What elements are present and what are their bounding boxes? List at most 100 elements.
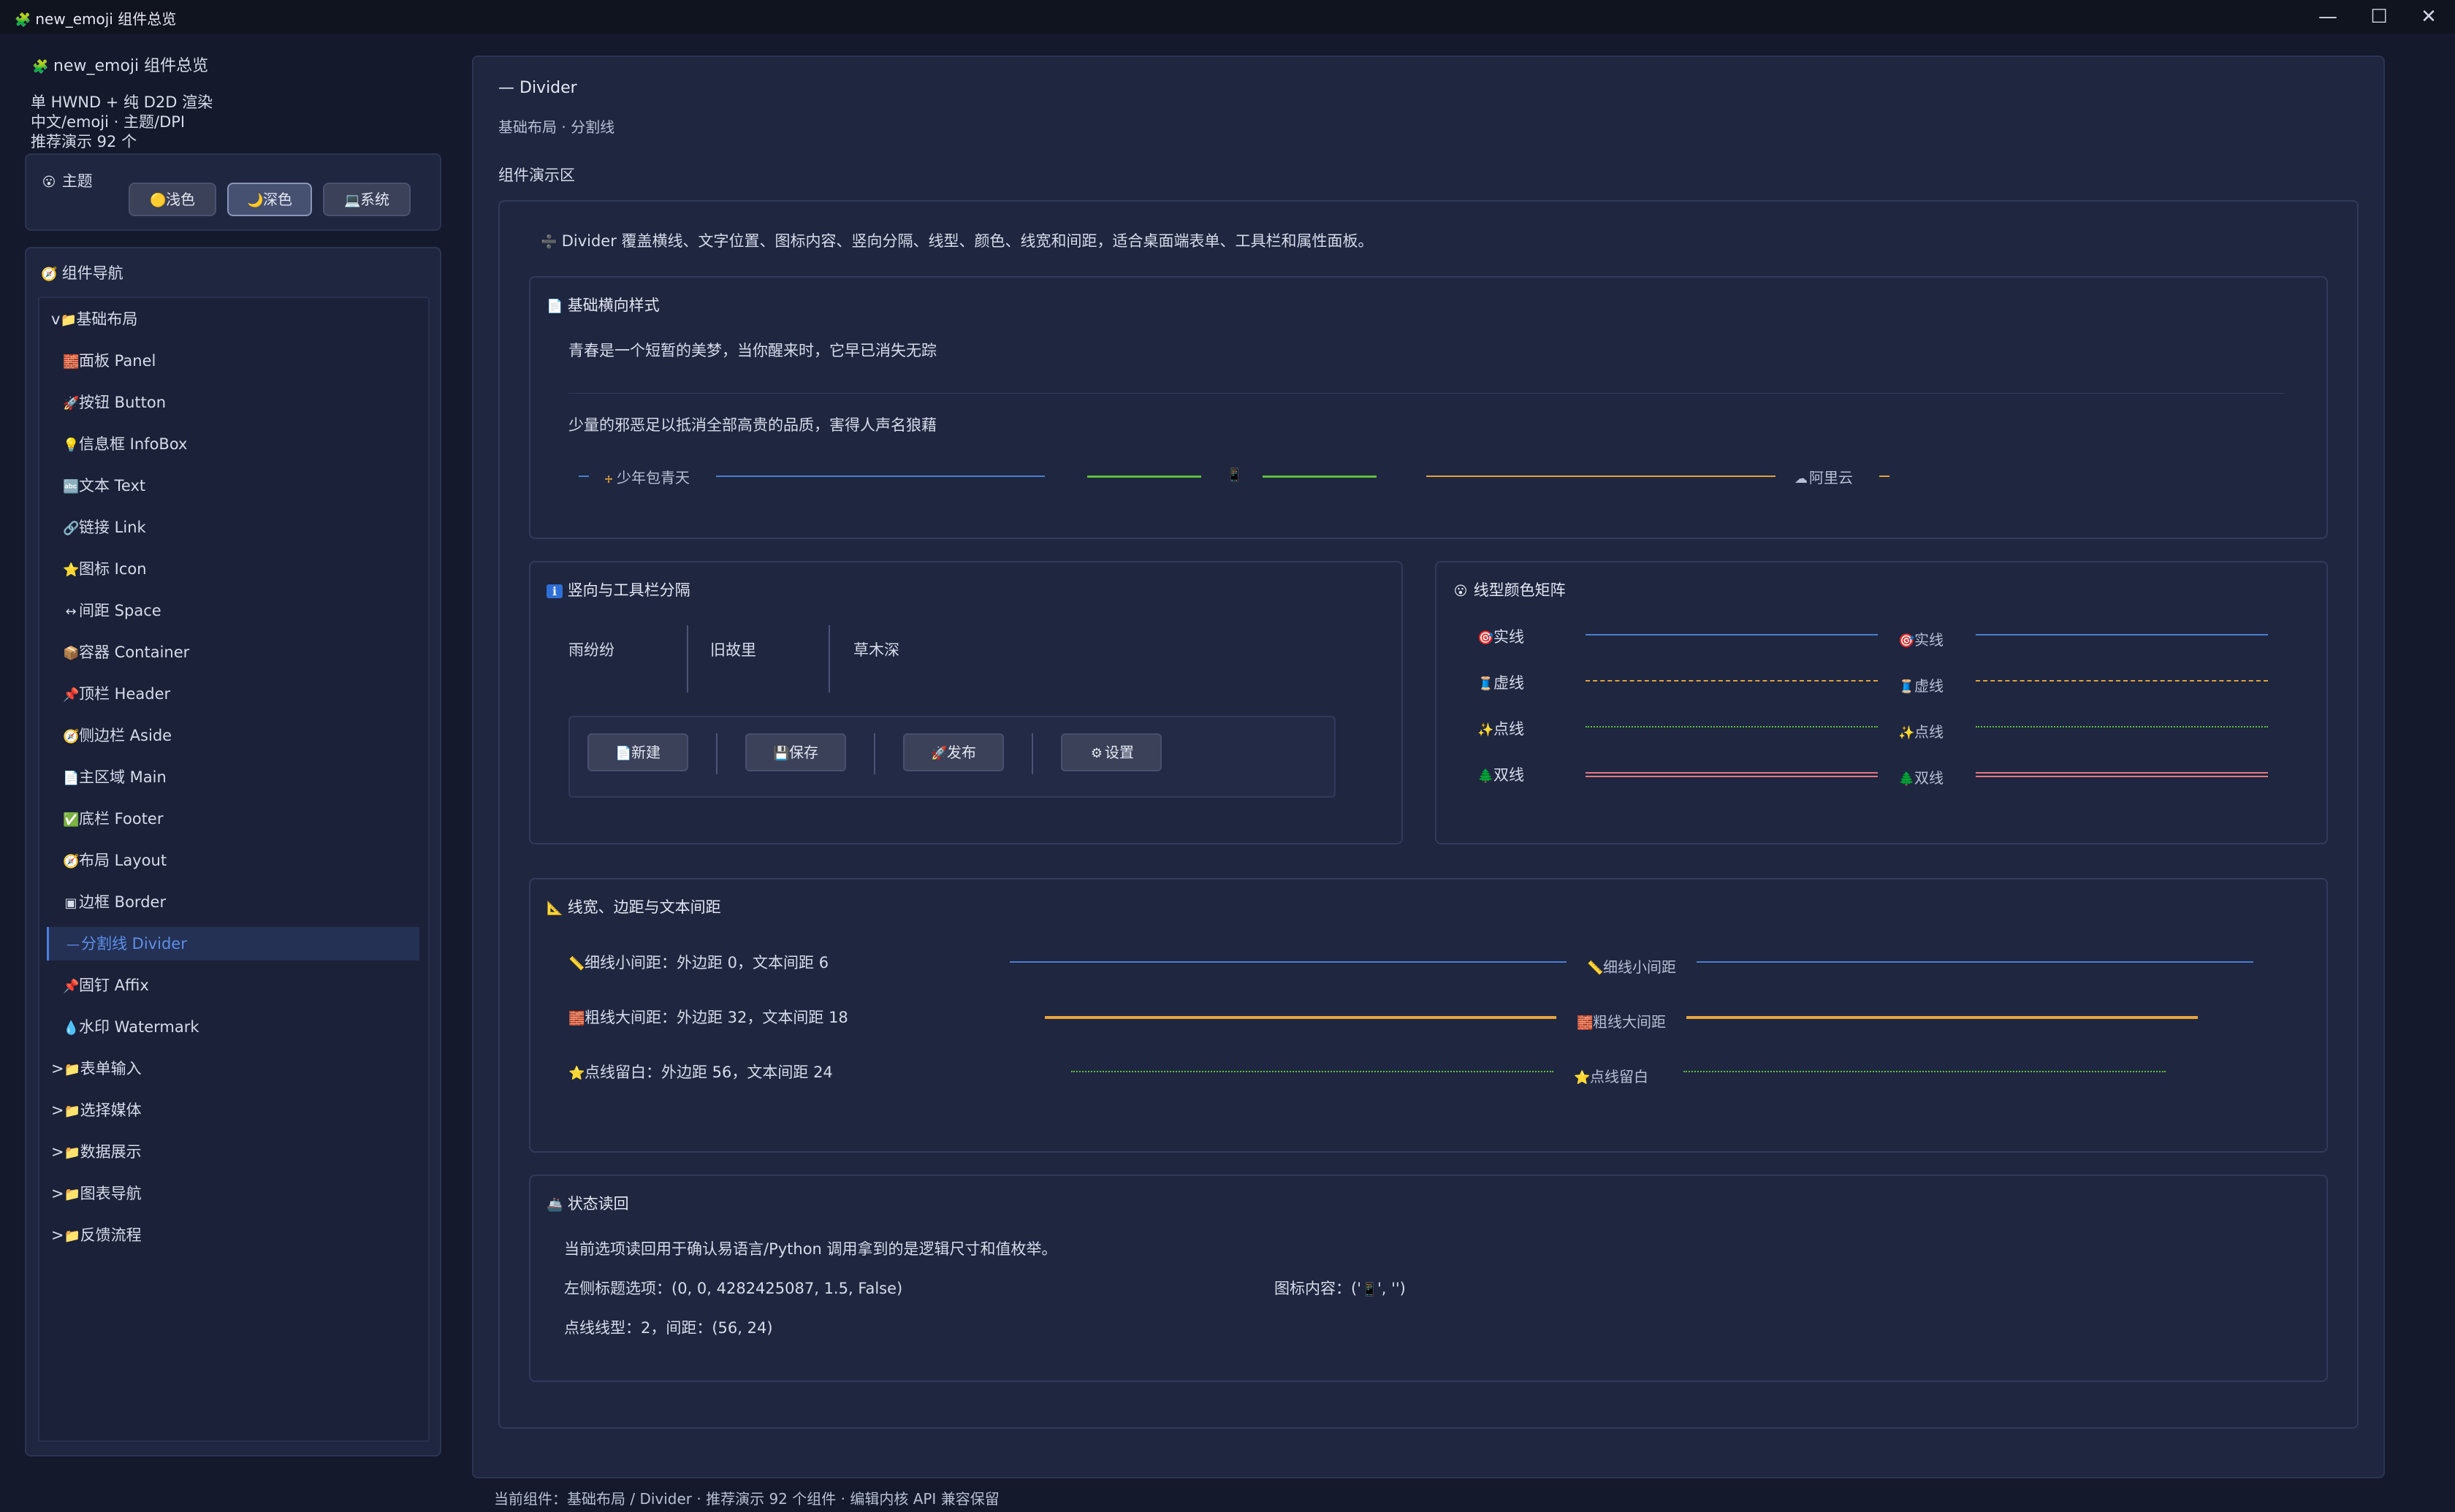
nav-icon: 📁 [64, 1145, 81, 1161]
nav-label: 容器 Container [79, 644, 190, 661]
nav-group[interactable]: >📁数据展示 [47, 1135, 419, 1169]
nav-label: 图表导航 [80, 1185, 142, 1202]
nav-label: 反馈流程 [80, 1226, 142, 1244]
nav-label: 边框 Border [79, 893, 167, 911]
nav-item[interactable]: 💧水印 Watermark [47, 1010, 419, 1044]
nav-group[interactable]: >📁表单输入 [47, 1052, 419, 1085]
nav-icon: 💧 [63, 1020, 80, 1036]
nav-card: 🧭 组件导航 v📁基础布局 🧱面板 Panel 🚀按钮 Button 💡信息框 Inf… [25, 247, 441, 1456]
matrix-line [1976, 772, 2268, 777]
matrix-label: 🧵虚线 [1898, 677, 1944, 695]
nav-label: 侧边栏 Aside [79, 727, 172, 744]
page-subtitle: 基础布局 · 分割线 [498, 118, 615, 136]
theme-label: 😮 主题 [42, 172, 93, 190]
width-icon: 📏 [1587, 961, 1604, 976]
status-bar: 当前组件：基础布局 / Divider · 推荐演示 92 个组件 · 编辑内核… [494, 1490, 1000, 1508]
vertical-section: ℹ 竖向与工具栏分隔 雨纷纷 旧故里 草木深 📄新建 💾保存 🚀发布 ⚙ 设置 [529, 561, 1403, 844]
nav-item[interactable]: 🚀按钮 Button [47, 386, 419, 419]
width-label: 📏细线小间距：外边距 0，文本间距 6 [568, 954, 829, 971]
matrix-label: 🌲双线 [1898, 769, 1944, 787]
nav-item[interactable]: ↔ 间距 Space [47, 594, 419, 627]
width-tag: 📏细线小间距 [1587, 958, 1676, 976]
basic-title: 📄 基础横向样式 [547, 297, 660, 314]
nav-icon: 🧱 [63, 354, 80, 370]
width-line [1010, 961, 1567, 963]
title-bar: 🧩 new_emoji 组件总览 — ☐ ✕ [0, 0, 2455, 34]
cross-icon: 🕂 [604, 471, 613, 486]
nav-item[interactable]: 🧭布局 Layout [47, 844, 419, 877]
nav-icon: 🚀 [63, 396, 80, 411]
nav-item[interactable]: 🔗链接 Link [47, 511, 419, 544]
nav-group[interactable]: v📁基础布局 [47, 302, 419, 336]
nav-item[interactable]: 🧱面板 Panel [47, 344, 419, 378]
nav-group[interactable]: >📁选择媒体 [47, 1093, 419, 1127]
nav-icon: 📁 [64, 1187, 81, 1202]
divider-right-stub [1879, 476, 1889, 477]
theme-light-button[interactable]: 🟡浅色 [129, 183, 216, 216]
nav-title: 🧭 组件导航 [41, 264, 123, 282]
matrix-label: ✨点线 [1477, 720, 1524, 738]
rocket-icon: 🚀 [931, 746, 948, 761]
matrix-grid: 🎯实线 🎯实线 🧵虚线 🧵虚线 ✨点线 ✨点线 🌲双线 🌲双线 [1436, 562, 2329, 846]
face-icon: 😮 [42, 175, 56, 190]
nav-icon: 🧭 [63, 729, 80, 744]
page-title: — Divider [498, 79, 577, 97]
info-line: 中文/emoji · 主题/DPI [31, 113, 186, 131]
nav-label: 布局 Layout [79, 852, 167, 869]
basic-line1: 青春是一个短暂的美梦，当你醒来时，它早已消失无踪 [568, 342, 937, 359]
nav-item[interactable]: 🧭侧边栏 Aside [47, 719, 419, 752]
nav-item[interactable]: 📦容器 Container [47, 635, 419, 669]
nav-item[interactable]: ✅底栏 Footer [47, 802, 419, 836]
nav-item[interactable]: 📌固钉 Affix [47, 969, 419, 1002]
width-line [1045, 1016, 1556, 1019]
nav-item[interactable]: 💡信息框 InfoBox [47, 427, 419, 461]
theme-system-button[interactable]: 💻系统 [323, 183, 411, 216]
matrix-section: 😮 线型颜色矩阵 🎯实线 🎯实线 🧵虚线 🧵虚线 ✨点线 ✨点线 🌲双线 🌲双线 [1435, 561, 2328, 844]
divider-right-line [1426, 476, 1775, 477]
divider-right-text: ☁ 阿里云 [1794, 469, 1853, 486]
nav-item[interactable]: 📌顶栏 Header [47, 677, 419, 711]
sun-icon: 🟡 [150, 193, 167, 208]
matrix-label: 🎯实线 [1898, 631, 1944, 649]
nav-icon: ✅ [63, 812, 80, 828]
nav-group[interactable]: >📁图表导航 [47, 1177, 419, 1210]
settings-button[interactable]: ⚙ 设置 [1061, 733, 1162, 771]
theme-dark-button[interactable]: 🌙深色 [227, 183, 312, 216]
matrix-line [1586, 680, 1878, 681]
nav-label: 基础布局 [76, 310, 138, 328]
nav-item[interactable]: ▣ 边框 Border [47, 885, 419, 919]
status-section: 🚢 状态读回 当前选项读回用于确认易语言/Python 调用拿到的是逻辑尺寸和值… [529, 1175, 2328, 1382]
nav-item[interactable]: 📄主区域 Main [47, 760, 419, 794]
save-button[interactable]: 💾保存 [745, 733, 846, 771]
nav-icon: 💡 [63, 438, 80, 453]
matrix-line [1586, 726, 1878, 728]
matrix-label: 🌲双线 [1477, 766, 1524, 784]
intro-text: ➗ Divider 覆盖横线、文字位置、图标内容、竖向分隔、线型、颜色、线宽和间… [541, 232, 1374, 250]
new-button[interactable]: 📄新建 [587, 733, 688, 771]
divider-center-left [1087, 476, 1201, 478]
nav-item[interactable]: —分割线 Divider [47, 927, 419, 961]
divide-icon: ➗ [541, 234, 557, 250]
nav-icon: 📌 [63, 687, 80, 703]
style-icon: 🎯 [1477, 630, 1494, 646]
width-icon: 📏 [568, 956, 585, 971]
publish-button[interactable]: 🚀发布 [903, 733, 1004, 771]
info-icon: ℹ [547, 584, 563, 598]
close-button[interactable]: ✕ [2407, 3, 2451, 31]
nav-group[interactable]: >📁反馈流程 [47, 1218, 419, 1252]
matrix-label: ✨点线 [1898, 723, 1944, 741]
minimize-button[interactable]: — [2306, 3, 2350, 31]
nav-item[interactable]: 🔤文本 Text [47, 469, 419, 503]
nav-item[interactable]: ⭐图标 Icon [47, 552, 419, 586]
nav-icon: ▣ [64, 896, 77, 911]
collapsed-icon: > [51, 1185, 64, 1202]
maximize-button[interactable]: ☐ [2357, 3, 2401, 31]
matrix-line [1586, 772, 1878, 777]
nav-icon: 📁 [60, 313, 77, 328]
nav-label: 选择媒体 [80, 1101, 142, 1119]
width-line [1683, 1071, 2166, 1072]
divider-icon: — [498, 79, 514, 97]
matrix-label: 🎯实线 [1477, 628, 1524, 646]
width-line [1686, 1016, 2198, 1019]
width-line [1697, 961, 2253, 963]
